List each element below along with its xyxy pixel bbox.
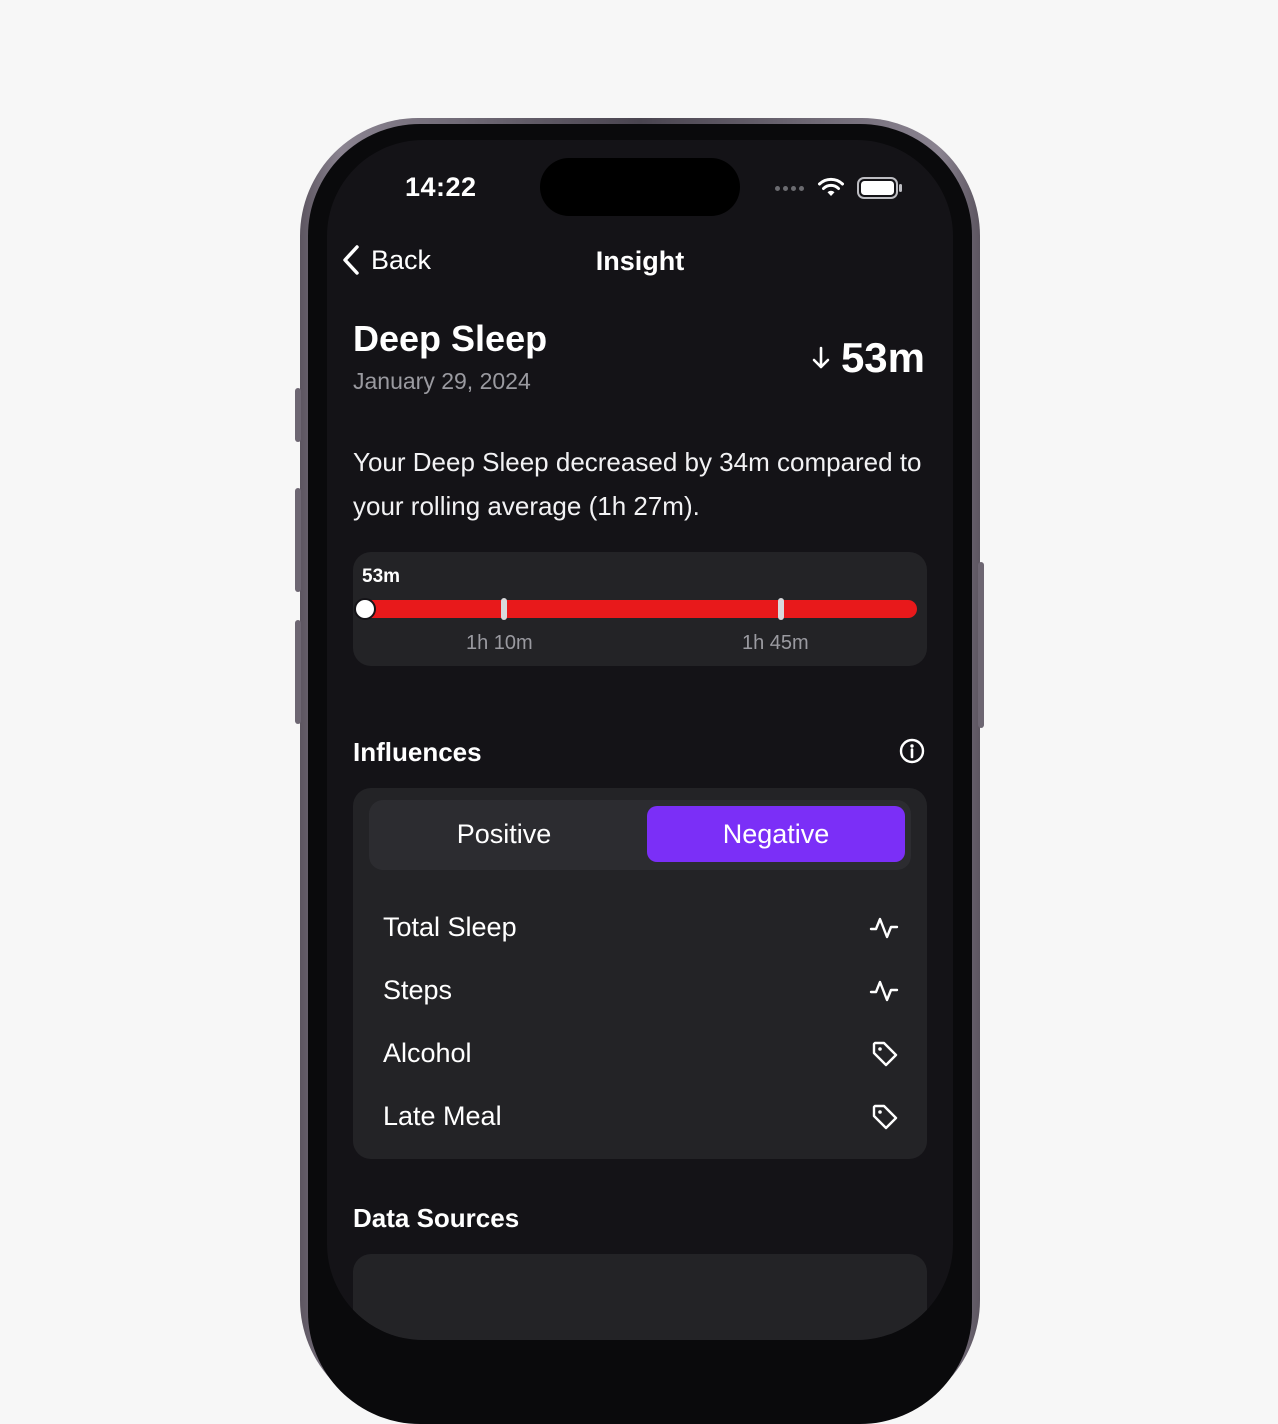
cellular-signal-icon bbox=[775, 186, 804, 191]
list-item-label: Steps bbox=[383, 975, 453, 1005]
range-tick-low bbox=[501, 598, 507, 620]
metric-date: January 29, 2024 bbox=[353, 368, 531, 394]
range-bar bbox=[362, 600, 917, 618]
range-tick-label-low: 1h 10m bbox=[466, 632, 533, 654]
info-icon[interactable] bbox=[899, 738, 925, 764]
influences-title: Influences bbox=[353, 737, 482, 767]
power-button bbox=[978, 562, 984, 728]
list-item-label: Alcohol bbox=[383, 1038, 472, 1068]
metric-title: Deep Sleep bbox=[353, 318, 548, 359]
action-button bbox=[295, 388, 301, 442]
range-current-marker bbox=[354, 598, 376, 620]
influences-card: Positive Negative Total Sleep Steps Alco… bbox=[353, 788, 927, 1159]
tag-icon bbox=[872, 1041, 898, 1066]
tab-negative[interactable]: Negative bbox=[647, 806, 905, 862]
tab-positive[interactable]: Positive bbox=[373, 806, 635, 862]
range-tick-label-high: 1h 45m bbox=[742, 632, 809, 654]
list-item[interactable]: Late Meal bbox=[353, 1085, 927, 1148]
arrow-down-icon bbox=[812, 346, 830, 369]
data-sources-title: Data Sources bbox=[353, 1203, 520, 1233]
status-time: 14:22 bbox=[405, 172, 477, 202]
dynamic-island bbox=[540, 158, 740, 216]
phone-screen: 14:22 Back Insight Deep Sleep January 29… bbox=[327, 140, 953, 1340]
volume-down-button bbox=[295, 620, 301, 724]
list-item-label: Late Meal bbox=[383, 1101, 502, 1131]
battery-icon bbox=[857, 177, 902, 199]
influence-list: Total Sleep Steps Alcohol Late Meal bbox=[353, 896, 927, 1148]
list-item-label: Total Sleep bbox=[383, 912, 517, 942]
data-sources-card bbox=[353, 1254, 927, 1340]
metric-value: 53m bbox=[840, 334, 925, 381]
wifi-icon bbox=[818, 177, 844, 196]
range-tick-high bbox=[778, 598, 784, 620]
list-item[interactable]: Total Sleep bbox=[353, 896, 927, 959]
nav-title: Insight bbox=[595, 246, 685, 276]
range-card: 53m 1h 10m 1h 45m bbox=[353, 552, 927, 666]
activity-icon bbox=[869, 917, 899, 938]
metric-value-group: 53m bbox=[811, 334, 925, 382]
range-current-label: 53m bbox=[362, 566, 401, 587]
list-item[interactable]: Steps bbox=[353, 959, 927, 1022]
tag-icon bbox=[872, 1104, 898, 1129]
volume-up-button bbox=[295, 488, 301, 592]
insight-summary: Your Deep Sleep decreased by 34m compare… bbox=[353, 447, 922, 521]
list-item[interactable]: Alcohol bbox=[353, 1022, 927, 1085]
influence-segmented-control: Positive Negative bbox=[369, 800, 911, 870]
activity-icon bbox=[869, 980, 899, 1001]
